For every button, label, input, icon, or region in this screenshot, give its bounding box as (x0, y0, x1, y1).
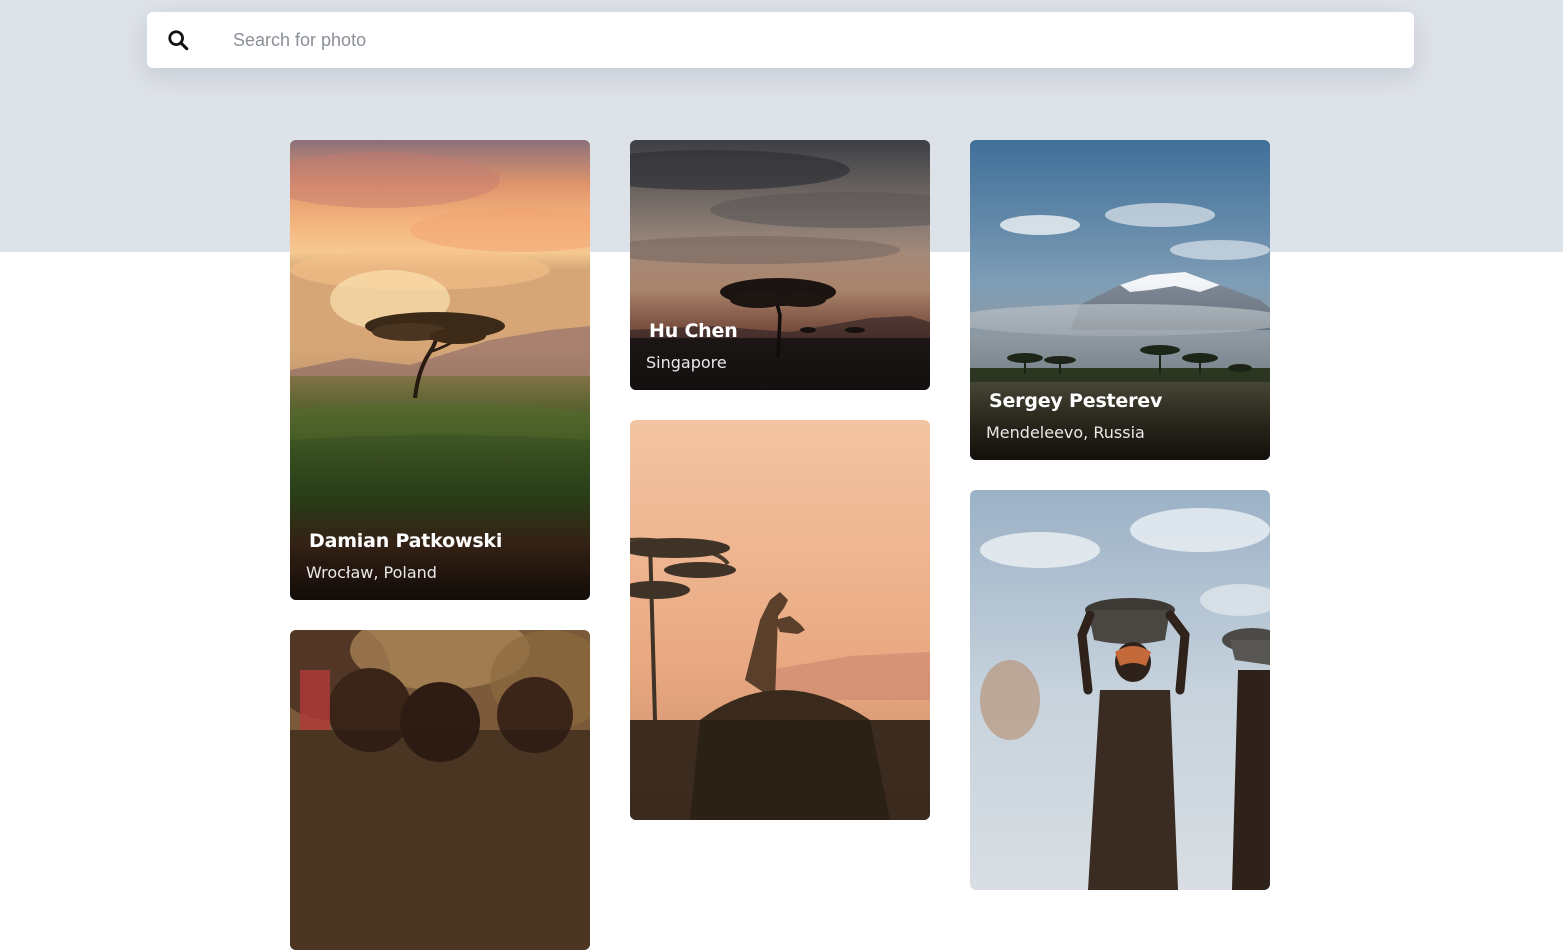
photo-image (970, 490, 1270, 890)
photo-card[interactable]: Hu Chen Singapore (630, 140, 930, 390)
search-input[interactable] (233, 12, 1393, 68)
photo-card[interactable]: Sergey Pesterev Mendeleevo, Russia (970, 140, 1270, 460)
photo-card[interactable] (290, 630, 590, 950)
card-author-name[interactable]: Hu Chen (649, 320, 738, 342)
card-location: Wrocław, Poland (306, 563, 437, 582)
card-author-name[interactable]: Damian Patkowski (309, 530, 502, 552)
photo-card[interactable]: Damian Patkowski Wrocław, Poland (290, 140, 590, 600)
card-location: Singapore (646, 353, 727, 372)
card-location: Mendeleevo, Russia (986, 423, 1145, 442)
photo-card[interactable] (630, 420, 930, 820)
card-author-name[interactable]: Sergey Pesterev (989, 390, 1162, 412)
photo-image (630, 420, 930, 820)
search-bar[interactable] (147, 12, 1414, 68)
photo-image (290, 630, 590, 950)
photo-card[interactable] (970, 490, 1270, 890)
search-icon[interactable] (167, 29, 189, 51)
